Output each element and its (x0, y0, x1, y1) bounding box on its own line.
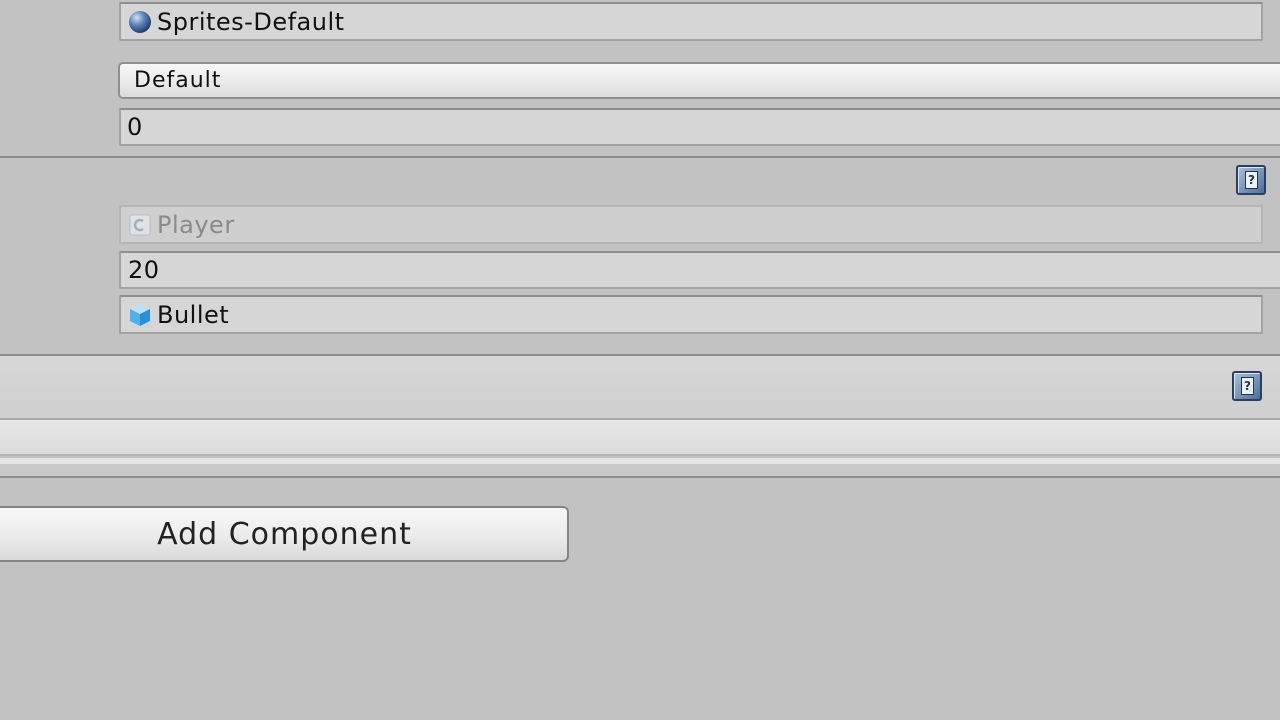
component-header[interactable] (0, 356, 1280, 418)
script-field: Player (119, 205, 1263, 244)
material-field[interactable]: Sprites-Default (119, 2, 1263, 41)
script-value: Player (157, 210, 235, 239)
speed-field[interactable]: 20 (119, 251, 1280, 289)
help-book-icon[interactable]: ? (1232, 371, 1262, 401)
prefab-cube-icon (130, 303, 150, 326)
csharp-script-icon (129, 214, 151, 235)
component-footer (0, 464, 1280, 476)
order-in-layer-field[interactable]: 0 (119, 108, 1280, 146)
order-in-layer-value: 0 (127, 113, 143, 141)
add-component-button[interactable]: Add Component (0, 506, 569, 562)
sorting-layer-dropdown[interactable]: Default (118, 62, 1280, 99)
component-separator (0, 156, 1280, 158)
bullet-value: Bullet (157, 300, 230, 329)
collapsed-component-bar[interactable] (0, 420, 1280, 456)
speed-value: 20 (128, 256, 160, 284)
material-value: Sprites-Default (157, 7, 345, 36)
material-sphere-icon (129, 10, 151, 33)
bullet-field[interactable]: Bullet (119, 295, 1263, 334)
help-book-icon[interactable]: ? (1236, 165, 1266, 195)
sorting-layer-value: Default (134, 68, 222, 93)
add-component-label: Add Component (157, 516, 412, 552)
component-separator (0, 476, 1280, 478)
